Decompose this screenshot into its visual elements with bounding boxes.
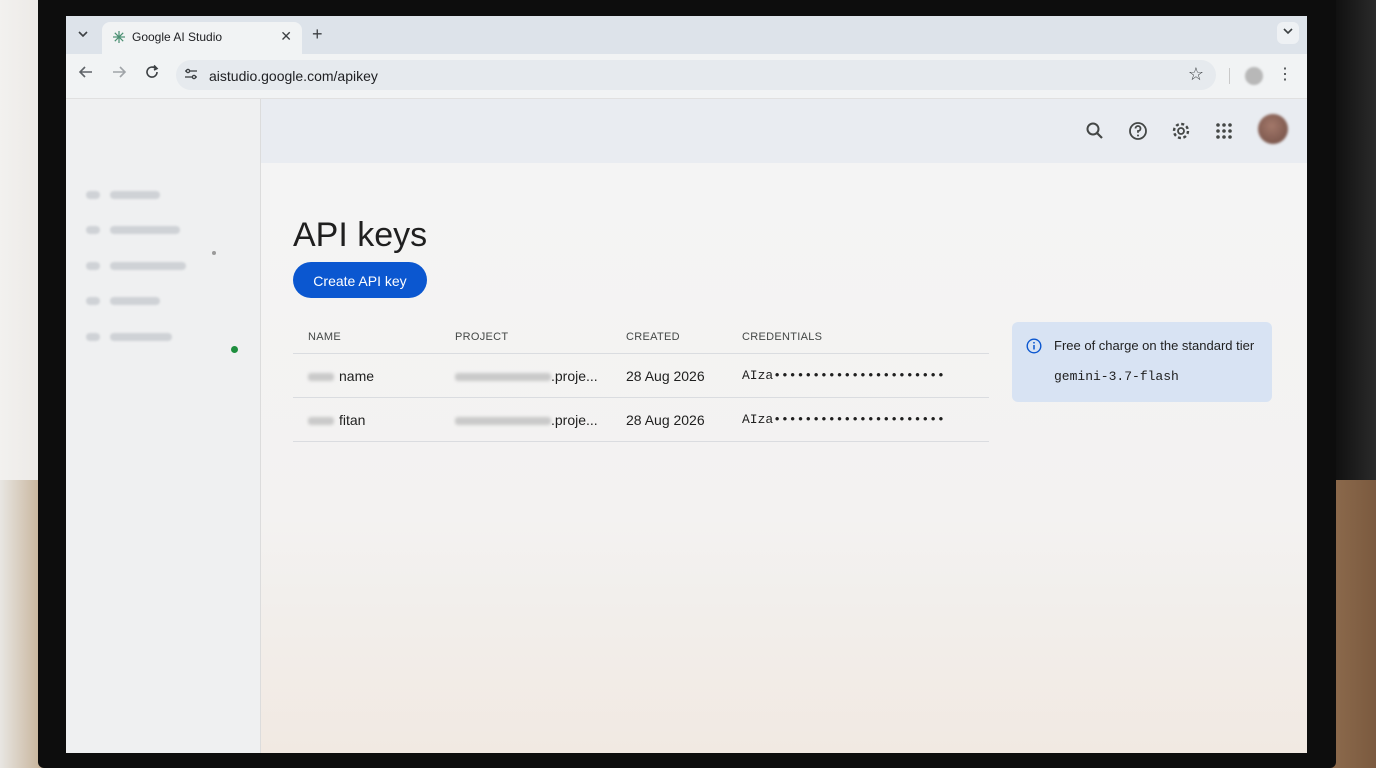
info-card-text: Free of charge on the standard tier bbox=[1054, 338, 1255, 353]
table-header: NAME PROJECT CREATED CREDENTIALS bbox=[293, 323, 989, 354]
chevron-down-icon bbox=[1283, 28, 1293, 35]
browser-toolbar: aistudio.google.com/apikey ☆ ⋮ bbox=[66, 54, 1307, 99]
settings-icon[interactable] bbox=[1170, 120, 1192, 142]
create-api-key-button[interactable]: Create API key bbox=[293, 262, 427, 298]
created-cell: 28 Aug 2026 bbox=[626, 368, 705, 384]
toolbar-divider bbox=[1229, 68, 1230, 84]
apps-grid-icon[interactable] bbox=[1213, 120, 1235, 142]
search-icon[interactable] bbox=[1084, 120, 1106, 142]
column-header-project[interactable]: PROJECT bbox=[455, 331, 508, 343]
chevron-down-icon bbox=[78, 31, 88, 38]
screen: Google AI Studio ✕ + aistudio.google.com… bbox=[66, 16, 1307, 753]
sidebar-speck bbox=[212, 251, 216, 255]
project-cell: .proje... bbox=[455, 368, 598, 384]
sidebar bbox=[66, 99, 261, 753]
column-header-name[interactable]: NAME bbox=[308, 331, 341, 343]
table-row[interactable]: fitan .proje... 28 Aug 2026 AIza••••••••… bbox=[293, 398, 989, 442]
reload-icon[interactable] bbox=[144, 64, 160, 80]
key-name-cell: fitan bbox=[308, 412, 365, 428]
info-card: Free of charge on the standard tier gemi… bbox=[1012, 322, 1272, 402]
table-row[interactable]: name .proje... 28 Aug 2026 AIza•••••••••… bbox=[293, 354, 989, 398]
tab-search-button[interactable] bbox=[73, 24, 93, 46]
browser-menu-icon[interactable]: ⋮ bbox=[1277, 64, 1293, 84]
page-title: API keys bbox=[293, 215, 428, 254]
back-icon[interactable] bbox=[78, 64, 94, 80]
help-icon[interactable] bbox=[1127, 120, 1149, 142]
site-info-icon[interactable] bbox=[184, 67, 198, 81]
new-tab-button[interactable]: + bbox=[312, 24, 323, 45]
tab-strip: Google AI Studio ✕ + bbox=[66, 16, 1307, 54]
browser-tab[interactable]: Google AI Studio ✕ bbox=[102, 22, 302, 54]
bookmark-star-icon[interactable]: ☆ bbox=[1188, 64, 1204, 85]
tab-close-icon[interactable]: ✕ bbox=[280, 28, 292, 45]
project-cell: .proje... bbox=[455, 412, 598, 428]
column-header-credentials[interactable]: CREDENTIALS bbox=[742, 331, 822, 343]
app-header bbox=[261, 99, 1307, 163]
tab-list-button[interactable] bbox=[1277, 22, 1299, 44]
account-avatar[interactable] bbox=[1258, 114, 1288, 144]
key-name-cell: name bbox=[308, 368, 374, 384]
credentials-cell[interactable]: AIza•••••••••••••••••••••• bbox=[742, 368, 945, 383]
url-text: aistudio.google.com/apikey bbox=[209, 68, 378, 84]
tab-title: Google AI Studio bbox=[132, 30, 223, 44]
main-content: API keys Create API key NAME PROJECT CRE… bbox=[261, 163, 1307, 753]
created-cell: 28 Aug 2026 bbox=[626, 412, 705, 428]
model-name: gemini-3.7-flash bbox=[1054, 369, 1179, 384]
forward-icon[interactable] bbox=[111, 64, 127, 80]
profile-avatar[interactable] bbox=[1245, 67, 1263, 85]
active-indicator bbox=[231, 346, 238, 353]
address-bar[interactable]: aistudio.google.com/apikey ☆ bbox=[176, 60, 1216, 90]
credentials-cell[interactable]: AIza•••••••••••••••••••••• bbox=[742, 412, 945, 427]
info-icon bbox=[1026, 338, 1042, 354]
ai-studio-favicon-icon bbox=[113, 31, 125, 43]
column-header-created[interactable]: CREATED bbox=[626, 331, 680, 343]
api-keys-table: NAME PROJECT CREATED CREDENTIALS name .p… bbox=[293, 323, 989, 442]
